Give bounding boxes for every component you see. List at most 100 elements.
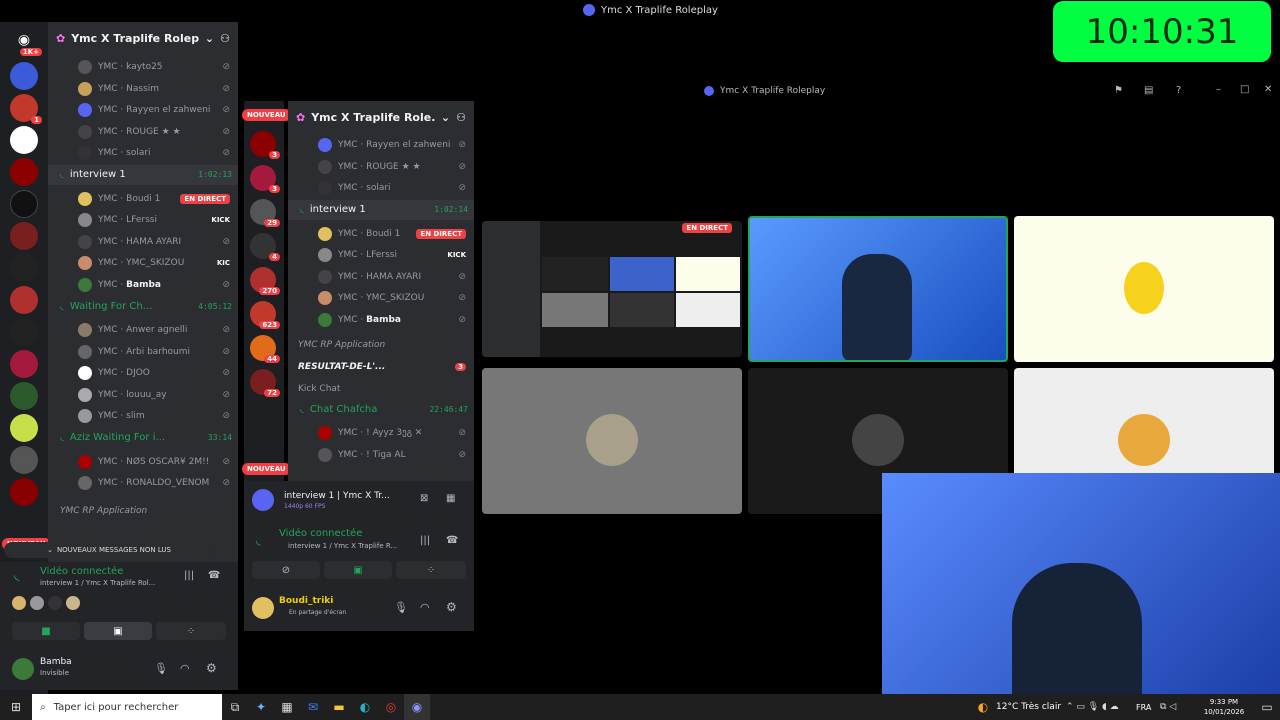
server-icon[interactable] (10, 190, 38, 218)
inbox-icon[interactable]: ▤ (1144, 85, 1153, 96)
disconnect-icon[interactable]: ☎ (208, 570, 220, 581)
member-row[interactable]: YMC · Anwer agnelli ⊘ (48, 320, 238, 340)
server-icon[interactable] (10, 318, 38, 346)
avatar-tile[interactable] (1014, 216, 1274, 362)
server-icon[interactable] (10, 414, 38, 442)
server-icon[interactable]: 3 (250, 165, 280, 193)
voice-channel[interactable]: ◟ Aziz Waiting For i... 33:14 (48, 428, 238, 448)
add-member-icon[interactable]: ⚇ (220, 32, 230, 45)
server-icon[interactable] (10, 158, 38, 186)
member-row[interactable]: YMC · Bamba ⊘ (48, 275, 238, 295)
member-row[interactable]: YMC · DJOO ⊘ (48, 363, 238, 383)
server-icon[interactable]: 29 (250, 199, 280, 227)
server-icon[interactable]: 44 (250, 335, 280, 363)
server-icon[interactable] (10, 254, 38, 282)
notification-icon[interactable]: ▭ (1254, 694, 1280, 720)
windows-start-icon[interactable]: ⊞ (0, 694, 32, 720)
server-icon[interactable] (10, 286, 38, 314)
minimize-icon[interactable]: – (1216, 84, 1221, 95)
server-icon[interactable]: 4 (250, 233, 280, 261)
stream-settings-icon[interactable]: ▦ (446, 493, 455, 504)
edge-icon[interactable]: ◐ (352, 694, 378, 720)
camera-button[interactable]: ■ (12, 622, 80, 640)
member-row[interactable]: YMC · NØS OSCAR¥ 2M!! ⊘ (48, 452, 238, 472)
language-indicator[interactable]: FRA (1136, 703, 1160, 712)
server-icon[interactable] (10, 350, 38, 378)
member-row[interactable]: YMC · louuu_ay ⊘ (48, 385, 238, 405)
server-icon[interactable] (10, 62, 38, 90)
taskbar-clock[interactable]: 9:33 PM 10/01/2026 (1194, 697, 1254, 717)
flag-icon[interactable]: ⚑ (1114, 85, 1123, 96)
avatar-tile[interactable] (482, 368, 742, 514)
server-icon[interactable] (10, 382, 38, 410)
microphone-icon[interactable]: 🎙 (394, 601, 408, 614)
soundboard-icon[interactable]: ||| (420, 535, 430, 546)
avatar[interactable] (252, 597, 274, 619)
member-row[interactable]: YMC · Bamba ⊘ (288, 310, 474, 330)
add-member-icon[interactable]: ⚇ (456, 111, 466, 124)
member-row[interactable]: YMC · Nassim ⊘ (48, 79, 238, 99)
member-row[interactable]: YMC · Arbi barhoumi ⊘ (48, 342, 238, 362)
disconnect-icon[interactable]: ☎ (446, 535, 458, 546)
gear-icon[interactable]: ⚙ (206, 661, 217, 675)
member-row[interactable]: YMC · ROUGE ★ ★ ⊘ (288, 157, 474, 177)
voice-channel[interactable]: ◟ interview 1 1:02:14 (288, 199, 474, 220)
member-row[interactable]: YMC · solari ⊘ (48, 143, 238, 163)
member-row[interactable]: YMC · Boudi 1 EN DIRECT (48, 189, 238, 209)
soundboard-icon[interactable]: ||| (184, 570, 194, 581)
maximize-icon[interactable]: □ (1240, 84, 1249, 95)
stop-stream-icon[interactable]: ⊠ (420, 493, 428, 504)
member-row[interactable]: YMC · kayto25 ⊘ (48, 57, 238, 77)
voice-channel[interactable]: ◟ Waiting For Ch... 4:05:12 (48, 296, 238, 316)
member-row[interactable]: YMC · Rayyen el zahweni ⊘ (288, 135, 474, 155)
close-icon[interactable]: ✕ (1264, 84, 1272, 95)
microphone-icon[interactable]: 🎙 (154, 662, 168, 675)
category-label[interactable]: Kick Chat (288, 379, 474, 399)
member-row[interactable]: YMC · YMC_SKIZOU KIC (48, 253, 238, 273)
headphones-icon[interactable]: ◠ (420, 601, 430, 614)
file-explorer-icon[interactable]: ▬ (326, 694, 352, 720)
voice-channel[interactable]: ◟ Chat Chafcha 22:46:47 (288, 399, 474, 419)
gear-icon[interactable]: ⚙ (446, 600, 457, 614)
new-badge[interactable]: NOUVEAU (242, 463, 291, 475)
server-icon[interactable]: 3 (250, 131, 280, 159)
member-row[interactable]: YMC · ! Tiga AL ⊘ (288, 445, 474, 465)
server-icon[interactable] (10, 126, 38, 154)
new-badge[interactable]: NOUVEAU (242, 109, 291, 121)
member-row[interactable]: YMC · Boudi 1 EN DIRECT (288, 224, 474, 244)
app-icon[interactable]: ◎ (378, 694, 404, 720)
screen-share-tile[interactable]: EN DIRECT (482, 221, 742, 357)
mail-icon[interactable]: ✉ (300, 694, 326, 720)
member-row[interactable]: YMC · LFerssi KICK (48, 210, 238, 230)
server-icon[interactable]: 270 (250, 267, 280, 295)
member-row[interactable]: YMC · ! Ayyz 3ეგ ✕ ⊘ (288, 423, 474, 443)
camera-tile-active[interactable] (748, 216, 1008, 362)
headphones-icon[interactable]: ◠ (180, 662, 190, 675)
voice-channel-label[interactable]: interview 1 / Ymc X Traplife R... (288, 542, 397, 550)
voice-channel-label[interactable]: interview 1 / Ymc X Traplife Rol... (40, 579, 155, 587)
network-sound-icons[interactable]: ⧉ ◁ (1160, 702, 1194, 712)
member-row[interactable]: YMC · LFerssi KICK (288, 245, 474, 265)
member-row[interactable]: YMC · Rayyen el zahweni ⊘ (48, 100, 238, 120)
store-icon[interactable]: ▦ (274, 694, 300, 720)
member-row[interactable]: YMC · solari ⊘ (288, 178, 474, 198)
copilot-icon[interactable]: ✦ (248, 694, 274, 720)
category-label[interactable]: YMC RP Application (48, 501, 238, 521)
camera-off-button[interactable]: ⊘ (252, 561, 320, 579)
member-row[interactable]: YMC · slim ⊘ (48, 406, 238, 426)
activities-button[interactable]: ⁘ (156, 622, 226, 640)
server-icon[interactable] (10, 478, 38, 506)
activities-button[interactable]: ⁘ (396, 561, 466, 579)
task-view-icon[interactable]: ⧉ (222, 694, 248, 720)
help-icon[interactable]: ? (1176, 85, 1181, 96)
weather-label[interactable]: 12°C Très clair (996, 702, 1066, 712)
new-messages-bar[interactable]: ⌄ NOUVEAUX MESSAGES NON LUS (4, 542, 214, 558)
taskbar-search[interactable]: ⌕ Taper ici pour rechercher (32, 694, 222, 720)
server-icon[interactable]: 623 (250, 301, 280, 329)
discord-home-icon[interactable]: ◉ 1K+ (10, 26, 42, 56)
member-row[interactable]: YMC · YMC_SKIZOU ⊘ (288, 288, 474, 308)
system-tray-icons[interactable]: ⌃ ▭ 🎙 ◖ ☁ (1066, 702, 1136, 712)
member-row[interactable]: YMC · HAMA AYARI ⊘ (288, 267, 474, 287)
category-label[interactable]: YMC RP Application (288, 335, 474, 355)
guild-header[interactable]: ✿ Ymc X Traplife Roleplay ⌄ ⚇ (48, 22, 238, 54)
